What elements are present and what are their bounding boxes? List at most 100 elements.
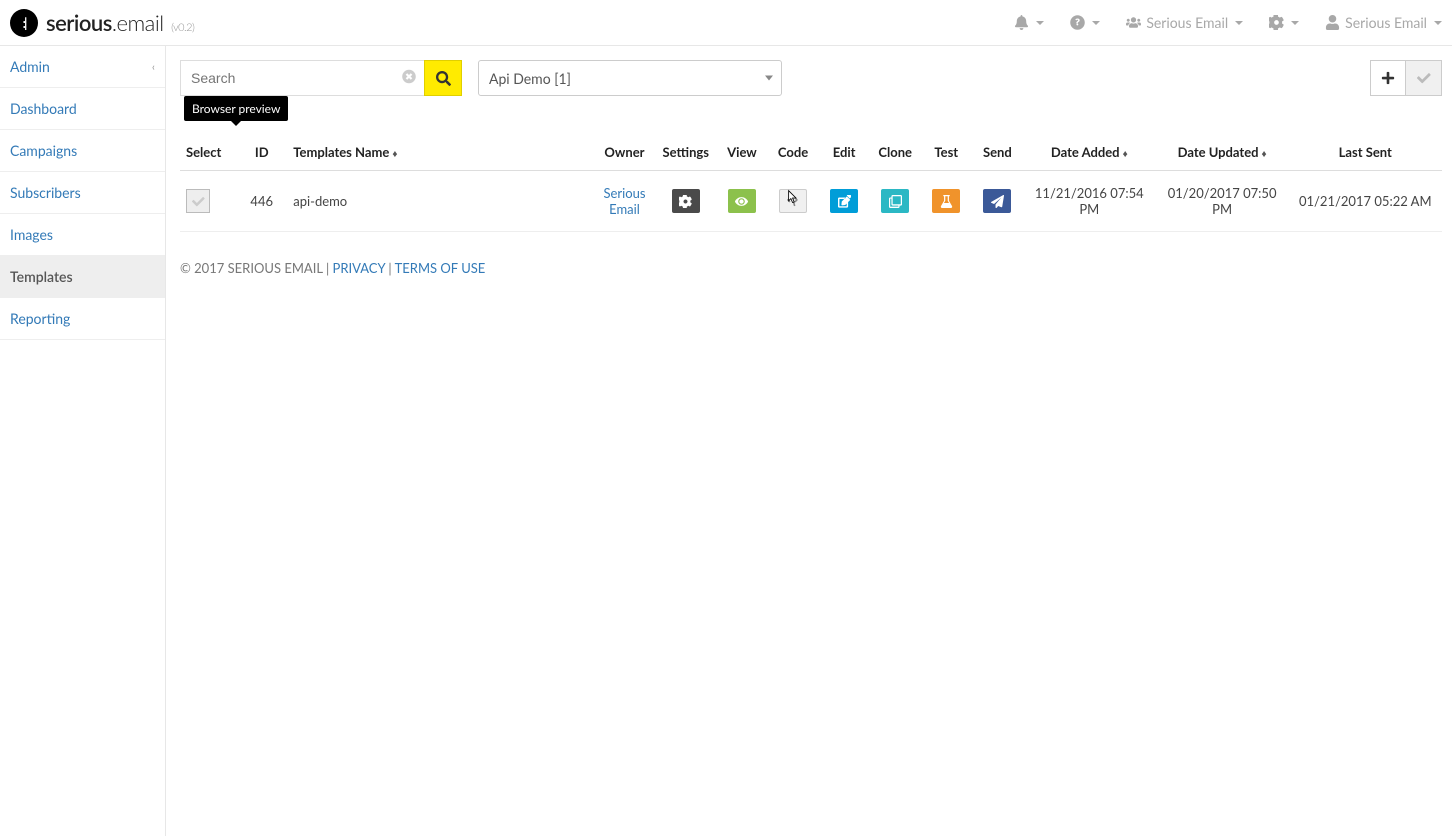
- row-settings-button[interactable]: [672, 189, 700, 213]
- col-name[interactable]: Templates Name♦: [287, 134, 594, 171]
- row-code-button[interactable]: [779, 189, 807, 213]
- brand-prefix: serious: [46, 9, 112, 36]
- row-date-updated: 01/20/2017 07:50 PM: [1156, 171, 1289, 232]
- main-content: Api Demo [1] Browser preview Sel: [166, 46, 1452, 836]
- help-menu[interactable]: [1070, 15, 1100, 30]
- sidebar-item-campaigns[interactable]: Campaigns: [0, 130, 165, 172]
- brand-text: serious.email (v0.2): [46, 9, 194, 36]
- team-menu-label: Serious Email: [1146, 14, 1228, 31]
- footer: © 2017 SERIOUS EMAIL | PRIVACY | TERMS O…: [180, 260, 1442, 276]
- navbar-right: Serious Email Serious Email: [1014, 14, 1442, 31]
- paper-plane-icon: [991, 195, 1004, 208]
- tooltip: Browser preview: [184, 96, 288, 121]
- sidebar-item-label: Images: [10, 226, 53, 243]
- sidebar-item-label: Admin: [10, 58, 50, 75]
- users-icon: [1126, 15, 1141, 30]
- col-date-added[interactable]: Date Added♦: [1023, 134, 1156, 171]
- sidebar-item-label: Templates: [10, 268, 73, 285]
- row-date-added: 11/21/2016 07:54 PM: [1023, 171, 1156, 232]
- add-template-button[interactable]: [1370, 60, 1406, 96]
- sidebar-item-label: Campaigns: [10, 142, 77, 159]
- sidebar-item-subscribers[interactable]: Subscribers: [0, 172, 165, 214]
- search-wrap: [180, 60, 462, 96]
- brand-logo-icon: :|: [10, 9, 38, 37]
- team-menu[interactable]: Serious Email: [1126, 14, 1243, 31]
- col-owner[interactable]: Owner: [594, 134, 655, 171]
- col-settings: Settings: [655, 134, 716, 171]
- col-send: Send: [972, 134, 1023, 171]
- row-name: api-demo: [287, 171, 594, 232]
- toolbar: Api Demo [1]: [180, 60, 1442, 96]
- col-edit: Edit: [819, 134, 870, 171]
- row-id: 446: [236, 171, 287, 232]
- search-input[interactable]: [180, 60, 424, 96]
- clear-search-icon[interactable]: [402, 70, 416, 87]
- row-owner-link[interactable]: Serious Email: [600, 185, 649, 217]
- col-last-sent[interactable]: Last Sent: [1289, 134, 1442, 171]
- sort-icon: ♦: [1123, 148, 1128, 160]
- gear-icon: [1269, 15, 1284, 30]
- sidebar: Admin ‹ Dashboard Campaigns Subscribers …: [0, 46, 166, 836]
- clone-icon: [889, 195, 902, 208]
- user-icon: [1325, 15, 1340, 30]
- settings-menu[interactable]: [1269, 15, 1299, 30]
- sort-icon: ♦: [392, 148, 397, 160]
- col-select[interactable]: Select: [180, 134, 236, 171]
- col-id[interactable]: ID: [236, 134, 287, 171]
- question-circle-icon: [1070, 15, 1085, 30]
- plus-icon: [1381, 71, 1395, 85]
- col-view: View: [716, 134, 767, 171]
- sidebar-item-label: Dashboard: [10, 100, 77, 117]
- caret-down-icon: [1235, 21, 1243, 25]
- campaign-select-value: Api Demo [1]: [489, 70, 571, 87]
- sidebar-item-label: Reporting: [10, 310, 70, 327]
- templates-table: Select ID Templates Name♦ Owner Settings…: [180, 134, 1442, 232]
- row-view-button[interactable]: [728, 189, 756, 213]
- col-code: Code: [767, 134, 818, 171]
- gear-icon: [679, 195, 692, 208]
- brand-version: (v0.2): [171, 21, 194, 34]
- search-icon: [436, 71, 451, 86]
- row-last-sent: 01/21/2017 05:22 AM: [1289, 171, 1442, 232]
- col-date-updated[interactable]: Date Updated♦: [1156, 134, 1289, 171]
- campaign-select[interactable]: Api Demo [1]: [478, 60, 782, 96]
- user-menu[interactable]: Serious Email: [1325, 14, 1442, 31]
- caret-down-icon: [1092, 21, 1100, 25]
- table-row: 446 api-demo Serious Email: [180, 171, 1442, 232]
- sidebar-item-images[interactable]: Images: [0, 214, 165, 256]
- row-checkbox[interactable]: [186, 189, 210, 213]
- brand-suffix: .email: [112, 9, 164, 36]
- caret-down-icon: [1291, 21, 1299, 25]
- search-button[interactable]: [424, 60, 462, 96]
- row-clone-button[interactable]: [881, 189, 909, 213]
- eye-icon: [735, 195, 748, 208]
- top-navbar: :| serious.email (v0.2) Serious Email Se…: [0, 0, 1452, 46]
- flask-icon: [940, 195, 953, 208]
- col-test: Test: [921, 134, 972, 171]
- caret-down-icon: [765, 76, 773, 81]
- footer-privacy-link[interactable]: PRIVACY: [333, 260, 386, 276]
- edit-icon: [838, 195, 851, 208]
- row-edit-button[interactable]: [830, 189, 858, 213]
- footer-terms-link[interactable]: TERMS OF USE: [395, 260, 486, 276]
- confirm-button[interactable]: [1406, 60, 1442, 96]
- brand[interactable]: :| serious.email (v0.2): [10, 9, 194, 37]
- notifications-menu[interactable]: [1014, 15, 1044, 30]
- templates-table-wrap: Browser preview Select ID Templates Name…: [180, 134, 1442, 232]
- user-menu-label: Serious Email: [1345, 14, 1427, 31]
- caret-down-icon: [1434, 21, 1442, 25]
- sort-icon: ♦: [1262, 148, 1267, 160]
- chevron-left-icon: ‹: [152, 60, 155, 73]
- row-send-button[interactable]: [983, 189, 1011, 213]
- sidebar-item-admin[interactable]: Admin ‹: [0, 46, 165, 88]
- bell-icon: [1014, 15, 1029, 30]
- caret-down-icon: [1036, 21, 1044, 25]
- sidebar-item-reporting[interactable]: Reporting: [0, 298, 165, 340]
- sidebar-item-dashboard[interactable]: Dashboard: [0, 88, 165, 130]
- footer-copyright: © 2017 SERIOUS EMAIL |: [180, 260, 333, 276]
- check-icon: [1417, 71, 1431, 85]
- row-test-button[interactable]: [932, 189, 960, 213]
- sidebar-item-templates[interactable]: Templates: [0, 256, 165, 298]
- col-clone: Clone: [870, 134, 921, 171]
- sidebar-item-label: Subscribers: [10, 184, 81, 201]
